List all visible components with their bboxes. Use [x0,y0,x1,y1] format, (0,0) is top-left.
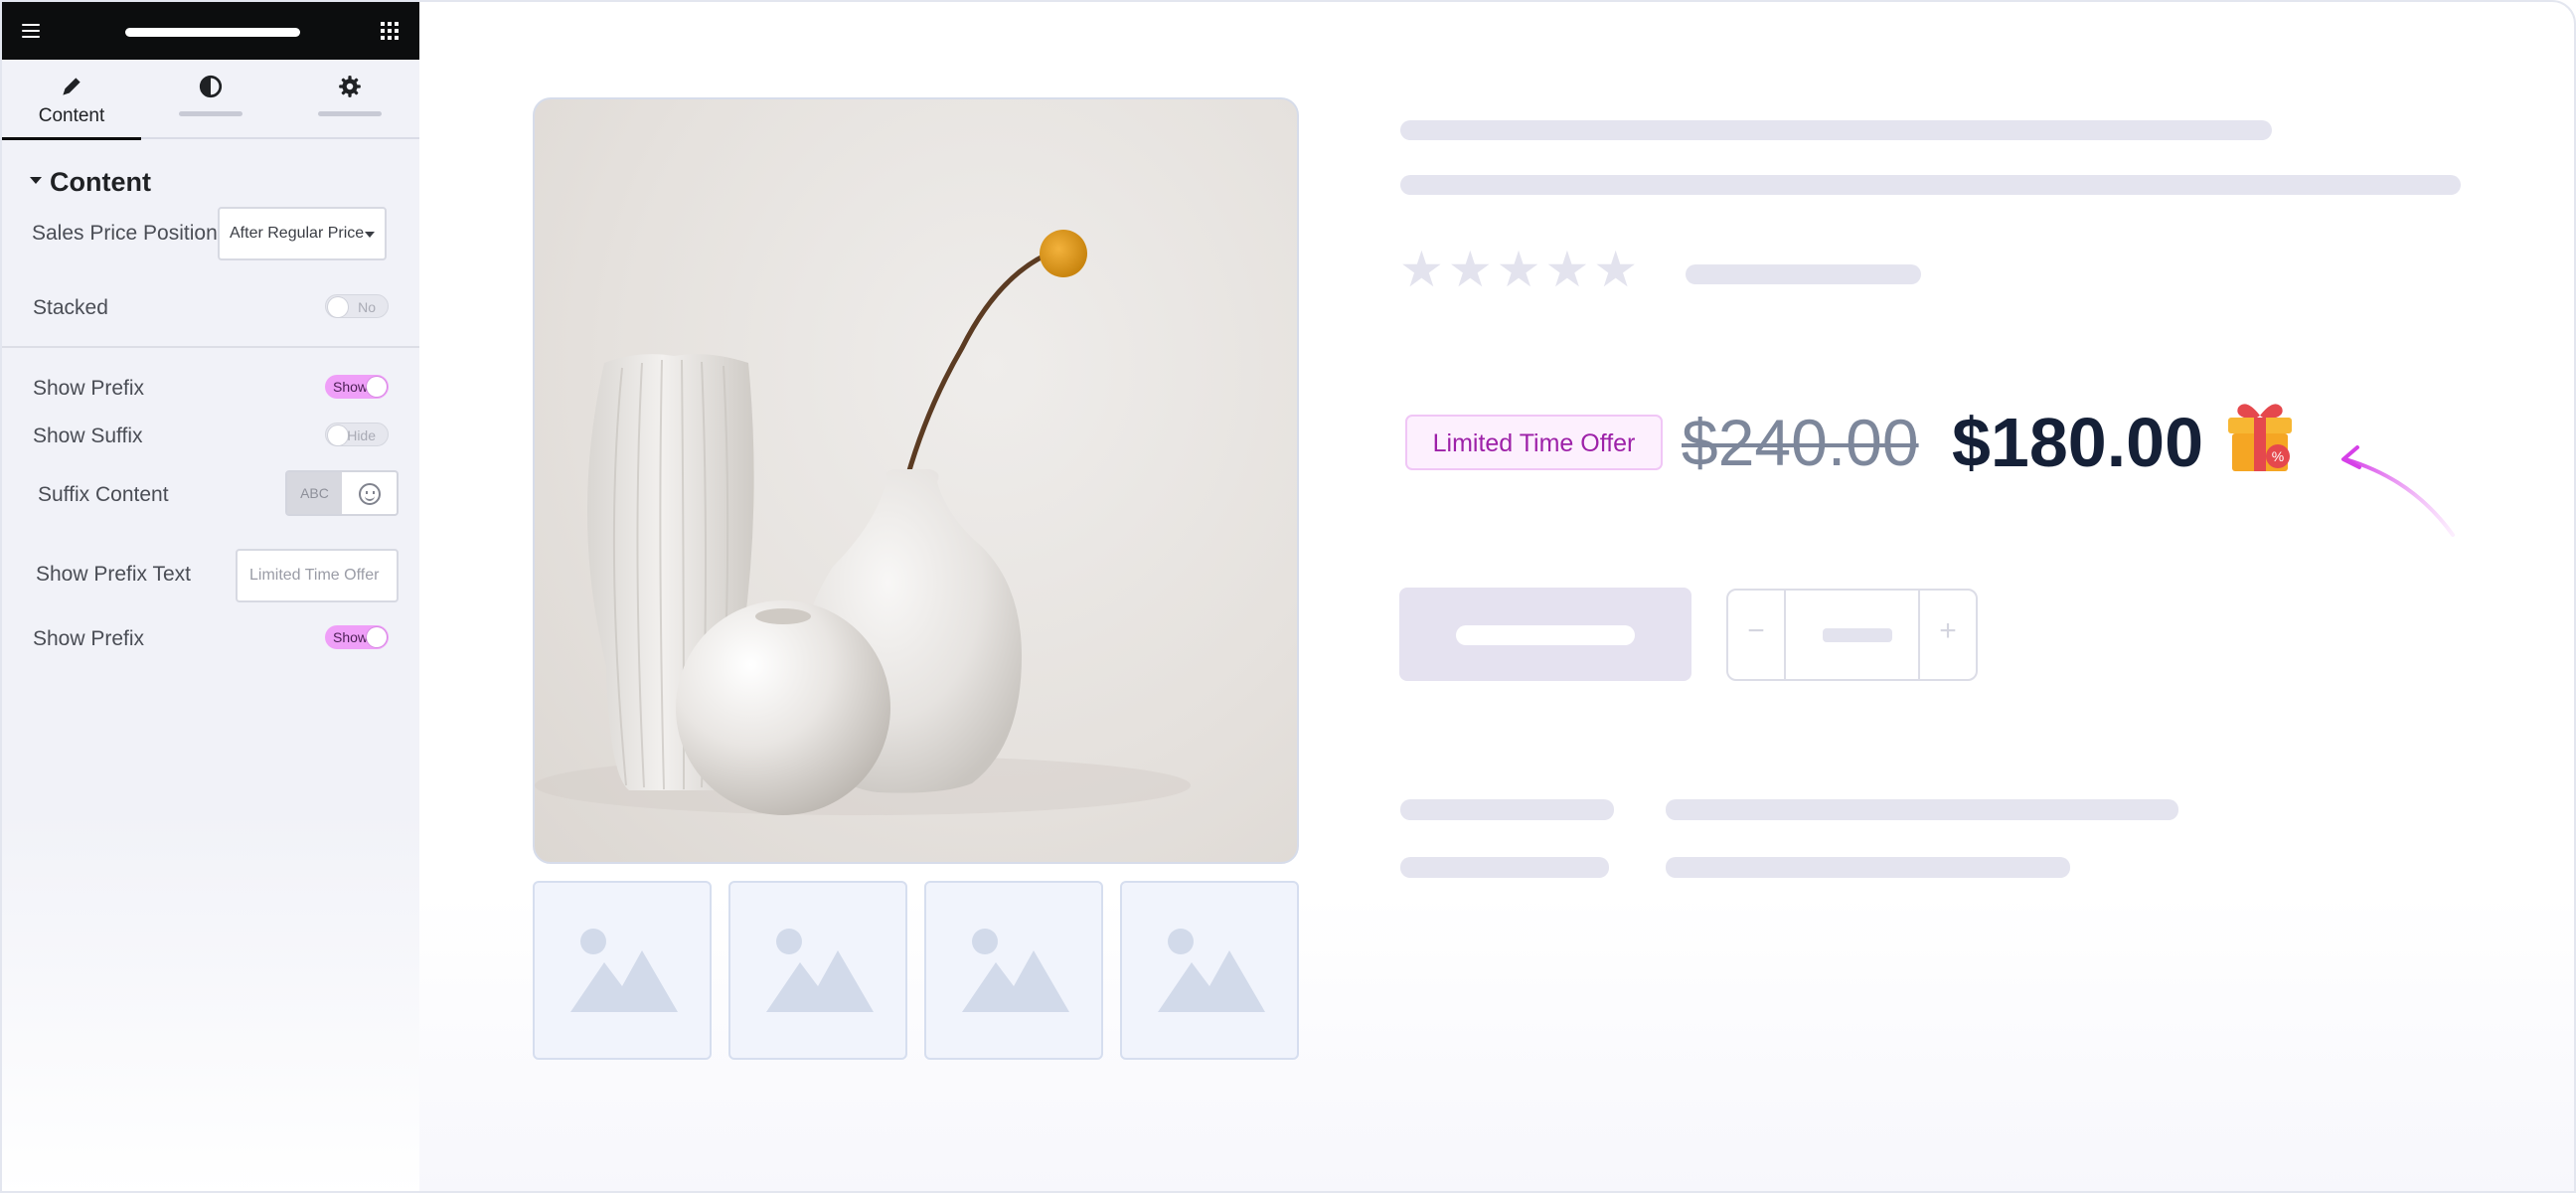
toggle-state: Show [333,379,369,395]
decrement-button[interactable]: − [1728,591,1786,679]
show-suffix-label: Show Suffix [33,425,143,447]
menu-icon[interactable] [22,24,40,38]
increment-button[interactable]: + [1918,591,1976,679]
tab-style-label-placeholder [179,111,242,116]
gift-icon: % [2228,404,2292,471]
editor-panel: Content Content Sales Price Position Aft… [2,2,419,1191]
vases-illustration [535,230,1191,815]
title-skeleton-2 [1400,175,2461,195]
sale-price: $180.00 [1952,404,2204,481]
show-prefix-label-2: Show Prefix [33,627,145,650]
section-header-content[interactable]: Content [30,167,151,198]
suffix-content-choice: ABC [285,470,399,516]
select-value: After Regular Price [230,225,365,242]
tab-advanced-label-placeholder [318,111,382,116]
thumbnail-4[interactable] [1120,881,1299,1060]
panel-tabs: Content [2,60,419,140]
review-count-skeleton [1686,264,1921,284]
title-skeleton-1 [1400,120,2272,140]
sales-price-position-label: Sales Price Position [32,222,218,245]
thumbnail-1[interactable] [533,881,712,1060]
contrast-icon [199,75,223,98]
show-prefix-text-label: Show Prefix Text [36,563,192,586]
meta-value-skeleton-1 [1666,799,2178,820]
prefix-text-input[interactable]: Limited Time Offer [236,549,399,602]
image-placeholder-icon [962,929,1069,1012]
app-frame: Content Content Sales Price Position Aft… [0,0,2576,1193]
stacked-toggle[interactable]: No [325,294,389,318]
editor-topbar [2,2,419,60]
section-divider [2,346,419,348]
image-placeholder-icon [570,929,678,1012]
regular-price: $240.00 [1682,406,1919,479]
meta-value-skeleton-2 [1666,857,2070,878]
tab-content[interactable]: Content [2,60,141,140]
product-main-image [533,97,1299,864]
emoji-option-button[interactable] [342,472,397,514]
smiley-icon [359,483,381,505]
show-suffix-toggle[interactable]: Hide [325,423,389,446]
toggle-knob [367,627,387,647]
show-prefix-label: Show Prefix [33,377,145,400]
quantity-value-placeholder[interactable] [1823,628,1892,642]
section-title: Content [50,167,151,197]
meta-label-skeleton-2 [1400,857,1609,878]
gear-icon [339,76,361,97]
add-to-cart-button[interactable] [1399,588,1691,681]
arrow-pointer-icon [2341,445,2455,537]
prefix-badge: Limited Time Offer [1405,415,1663,470]
apps-grid-icon[interactable] [381,22,399,40]
text-option-button[interactable]: ABC [287,472,342,514]
thumbnail-3[interactable] [924,881,1103,1060]
svg-text:%: % [2272,448,2284,464]
button-label-placeholder [1456,625,1635,645]
show-prefix-toggle[interactable]: Show [325,375,389,399]
toggle-state: Show [333,629,369,645]
tab-style[interactable] [141,60,280,139]
tab-content-label: Content [38,105,105,126]
image-placeholder-icon [766,929,874,1012]
sales-price-position-select[interactable]: After Regular Price [218,207,387,260]
toggle-knob [367,377,387,397]
image-placeholder-icon [1158,929,1265,1012]
chevron-down-icon [365,232,375,238]
toggle-state: No [358,299,376,315]
toggle-knob [328,426,348,445]
quantity-stepper: − + [1726,589,1978,681]
toggle-knob [328,297,348,317]
topbar-title-placeholder [125,28,300,37]
stacked-label: Stacked [33,296,108,319]
tab-advanced[interactable] [280,60,419,139]
thumbnail-2[interactable] [728,881,907,1060]
pencil-icon [63,78,80,95]
show-prefix-toggle-2[interactable]: Show [325,625,389,649]
toggle-state: Hide [347,427,376,443]
rating-stars: ★★★★★ [1399,242,1643,297]
suffix-content-label: Suffix Content [38,483,169,506]
caret-down-icon [30,177,42,185]
meta-label-skeleton-1 [1400,799,1614,820]
